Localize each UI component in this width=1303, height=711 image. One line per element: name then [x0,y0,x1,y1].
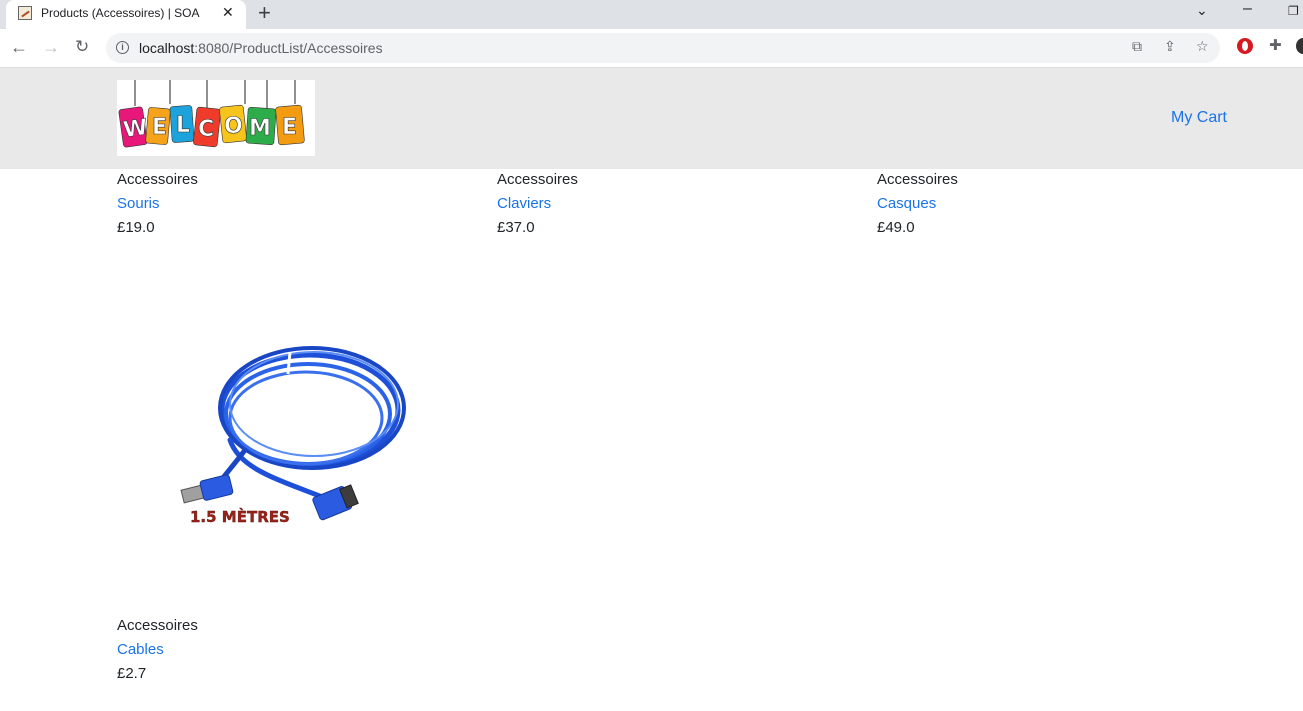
tab-search-icon[interactable]: ⌄ [1196,2,1208,19]
product-name-link[interactable]: Cables [117,638,198,662]
svg-text:M: M [249,116,271,141]
usb-cable-product-image[interactable]: 1.5 MÈTRES [170,330,420,540]
extensions-icon[interactable]: ✚ [1269,36,1282,54]
product-name-link[interactable]: Casques [877,192,958,216]
svg-text:E: E [282,115,297,140]
product-card-casques: Accessoires Casques £49.0 [877,168,958,240]
product-card-souris: Accessoires Souris £19.0 [117,168,198,240]
product-card-claviers: Accessoires Claviers £37.0 [497,168,578,240]
svg-text:L: L [176,113,190,138]
product-price: £2.7 [117,665,147,682]
address-bar[interactable]: i localhost:8080/ProductList/Accessoires… [106,33,1220,63]
site-header: W E L C O M E My Cart [0,68,1303,169]
favicon-icon [18,6,32,20]
forward-icon[interactable]: → [42,35,60,59]
back-icon[interactable]: ← [10,35,28,59]
url-path: :8080/ProductList/Accessoires [194,40,383,56]
site-info-icon[interactable]: i [116,41,129,54]
product-price: £19.0 [117,219,155,236]
adblock-extension-icon[interactable] [1237,38,1253,54]
my-cart-link[interactable]: My Cart [1171,109,1227,127]
reload-icon[interactable]: ↻ [75,35,89,59]
new-tab-icon[interactable]: + [258,1,271,25]
profile-avatar[interactable] [1296,38,1303,54]
product-category: Accessoires [877,171,958,188]
product-price: £37.0 [497,219,535,236]
product-card-cables: Accessoires Cables £2.7 [117,614,198,686]
product-category: Accessoires [117,171,198,188]
svg-text:E: E [152,115,167,140]
svg-text:W: W [122,115,150,143]
url-text: localhost:8080/ProductList/Accessoires [139,40,383,56]
browser-tab[interactable]: Products (Accessoires) | SOA ✕ [6,0,246,29]
product-category: Accessoires [497,171,578,188]
share-icon[interactable]: ⇪ [1164,38,1176,55]
svg-text:C: C [198,117,214,142]
bookmark-star-icon[interactable]: ☆ [1196,38,1209,55]
cable-length-caption: 1.5 MÈTRES [190,507,290,526]
welcome-logo-image: W E L C O M E [118,80,305,148]
browser-tabstrip: Products (Accessoires) | SOA ✕ + ⌄ – ❐ [0,0,1303,29]
product-category: Accessoires [117,617,198,634]
welcome-logo[interactable]: W E L C O M E [117,80,315,156]
minimize-icon[interactable]: – [1243,0,1252,18]
translate-icon[interactable]: ⧉ [1132,38,1142,55]
browser-toolbar: ← → ↻ i localhost:8080/ProductList/Acces… [0,29,1303,68]
product-name-link[interactable]: Souris [117,192,198,216]
svg-text:O: O [224,114,243,139]
close-tab-icon[interactable]: ✕ [222,4,234,21]
tab-title: Products (Accessoires) | SOA [41,6,200,20]
url-host: localhost [139,40,195,56]
product-name-link[interactable]: Claviers [497,192,578,216]
product-price: £49.0 [877,219,915,236]
restore-icon[interactable]: ❐ [1288,4,1299,18]
